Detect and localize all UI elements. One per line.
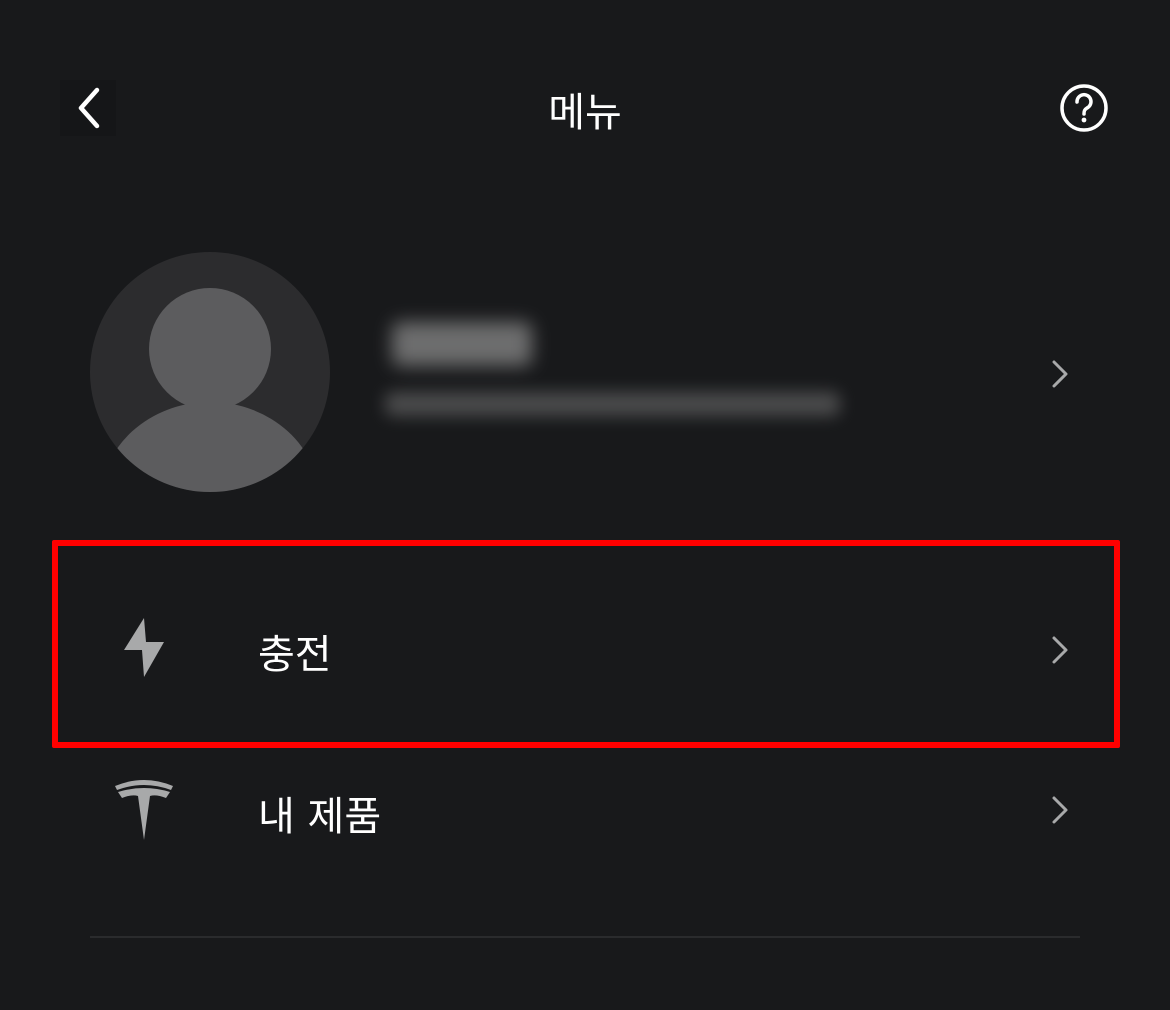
page-title: 메뉴 <box>548 90 622 136</box>
question-circle-icon <box>1060 84 1108 132</box>
tesla-logo-icon <box>115 780 173 840</box>
divider <box>90 936 1080 938</box>
user-avatar-icon <box>90 252 330 492</box>
profile-email-blurred <box>385 392 840 416</box>
chevron-right-icon <box>1052 360 1068 388</box>
highlight-box <box>52 540 1120 748</box>
profile-name-blurred <box>392 322 532 366</box>
chevron-right-icon <box>1052 796 1068 824</box>
menu-item-my-products[interactable] <box>58 745 1102 885</box>
help-button[interactable] <box>1058 82 1110 134</box>
menu-item-label: 내 제품 <box>258 794 382 840</box>
